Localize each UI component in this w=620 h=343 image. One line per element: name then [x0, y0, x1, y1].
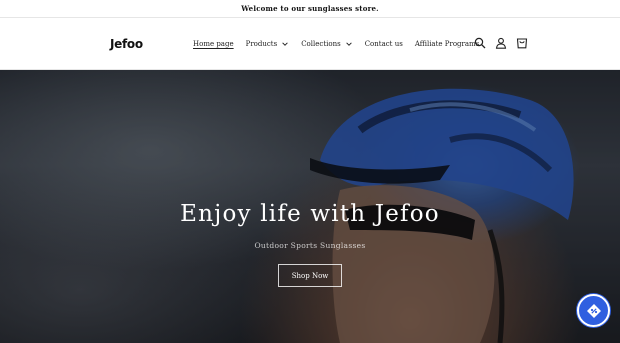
cart-icon[interactable] [516, 36, 528, 50]
nav-item-home-page[interactable]: Home page [193, 40, 234, 48]
nav-item-affiliate-programs[interactable]: Affiliate Programs [415, 40, 479, 48]
hero-title: Enjoy life with Jefoo [180, 201, 440, 227]
main-nav: Home page Products Collections Contact u… [193, 35, 491, 53]
nav-item-products[interactable]: Products [246, 40, 290, 48]
logo-text: Jefoo [110, 37, 143, 51]
site-header: Jefoo Home page Products Collections Con… [0, 18, 620, 70]
search-icon[interactable] [474, 36, 486, 50]
announcement-text: Welcome to our sunglasses store. [241, 4, 379, 13]
chevron-down-icon [345, 42, 352, 46]
shop-now-button[interactable]: Shop Now [278, 264, 342, 287]
hero-subtitle: Outdoor Sports Sunglasses [254, 241, 366, 250]
announcement-bar: Welcome to our sunglasses store. [0, 0, 620, 18]
chevron-down-icon [282, 42, 288, 46]
account-icon[interactable] [495, 36, 507, 50]
nav-item-contact-us[interactable]: Contact us [365, 40, 403, 48]
logo[interactable]: Jefoo [110, 35, 143, 53]
hero-banner: Enjoy life with Jefoo Outdoor Sports Sun… [0, 70, 620, 343]
nav-item-collections[interactable]: Collections [301, 40, 352, 48]
header-icons [474, 36, 528, 50]
discount-tag-icon [586, 303, 601, 318]
discount-widget-button[interactable] [577, 294, 610, 327]
